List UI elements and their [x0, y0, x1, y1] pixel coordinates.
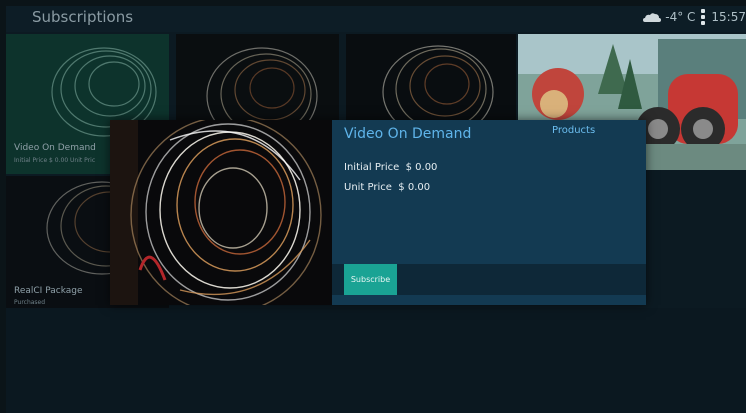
initial-price-label: Initial Price	[344, 162, 400, 173]
cloud-icon	[643, 13, 662, 22]
unit-price-value: $ 0.00	[398, 182, 431, 193]
status-area: -4° C 15:57	[643, 9, 746, 25]
top-bar: Subscriptions -4° C 15:57	[6, 6, 746, 32]
unit-price-row: Unit Price $ 0.00	[344, 182, 430, 193]
page-title: Subscriptions	[32, 8, 134, 26]
tile-detail: Initial Price $ 0.00 Unit Pric	[14, 157, 96, 164]
empty-row	[6, 308, 746, 413]
temperature: -4° C	[665, 10, 696, 24]
tv-screen: Subscriptions -4° C 15:57 Video On Deman…	[6, 6, 746, 413]
products-link[interactable]: Products	[552, 125, 595, 136]
vertical-dots-icon[interactable]	[701, 9, 706, 25]
initial-price-row: Initial Price $ 0.00	[344, 162, 437, 173]
tile-title: RealCI Package	[14, 286, 83, 296]
subscribe-button[interactable]: Subscribe	[344, 264, 397, 295]
tile-title: Video On Demand	[14, 143, 96, 153]
popup-title: Video On Demand	[344, 126, 472, 142]
popup-artwork	[110, 120, 332, 305]
light-swirl-image	[110, 120, 332, 305]
initial-price-value: $ 0.00	[405, 162, 438, 173]
subscription-detail-popup: Video On Demand Products Initial Price $…	[110, 120, 646, 305]
tile-detail: Purchased	[14, 299, 46, 306]
popup-info-panel: Video On Demand Products Initial Price $…	[332, 120, 646, 305]
clock: 15:57	[711, 10, 746, 24]
unit-price-label: Unit Price	[344, 182, 392, 193]
